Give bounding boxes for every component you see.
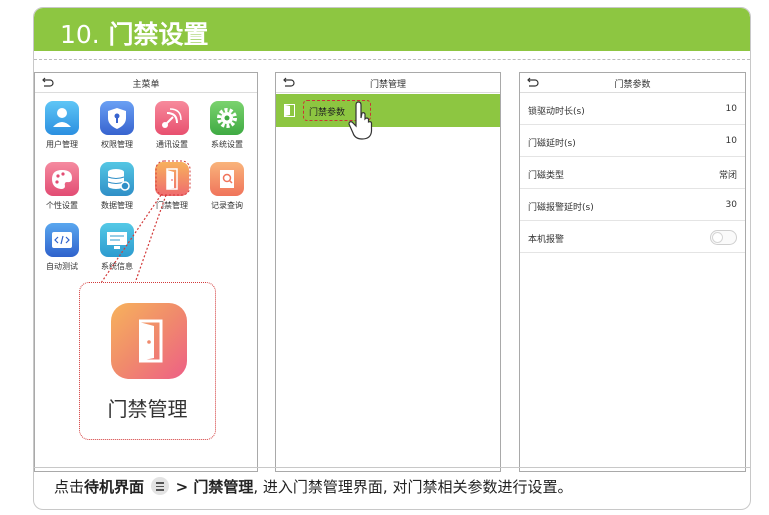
section-title-text: 门禁设置 [108, 20, 209, 49]
access-control-title: 门禁管理 [369, 80, 406, 90]
pointer-hand-icon [348, 101, 373, 140]
main-menu-screen: 主菜单 用户管理 权限管理 通讯设置 系统设置 个性设置 数据管理 门禁管理 记… [34, 72, 258, 472]
instruction-text: 点击待机界面 > 门禁管理, 进入门禁管理界面, 对门禁相关参数进行设置。 [54, 476, 572, 497]
tutorial-frame: 10. 门禁设置 主菜单 用户管理 权限管理 通讯设置 系统设置 个性设置 数据… [33, 7, 751, 510]
setting-value: 10 [725, 136, 737, 146]
menu-icon [150, 477, 169, 495]
section-title: 10. 门禁设置 [60, 15, 209, 51]
door-icon [284, 104, 295, 117]
setting-door-sensor-delay[interactable]: 门磁延时(s) 10 [520, 126, 745, 157]
setting-label: 本机报警 [528, 235, 565, 245]
menu-item-access-params[interactable]: 门禁参数 [276, 94, 500, 127]
door-icon [111, 303, 187, 379]
instruction-prefix: 点击 [54, 478, 85, 496]
footer-divider [34, 467, 750, 468]
access-params-screen: 门禁参数 锁驱动时长(s) 10 门磁延时(s) 10 门磁类型 常闭 门磁报警… [519, 72, 746, 472]
access-control-titlebar: 门禁管理 [276, 73, 500, 93]
setting-value: 30 [725, 200, 737, 210]
instruction-target: > 门禁管理 [175, 478, 254, 496]
section-header: 10. 门禁设置 [34, 8, 750, 51]
setting-door-sensor-type[interactable]: 门磁类型 常闭 [520, 158, 745, 189]
section-number: 10. [60, 20, 100, 49]
instruction-standby: 待机界面 [84, 478, 145, 496]
setting-local-alarm: 本机报警 [520, 222, 745, 253]
setting-door-alarm-delay[interactable]: 门磁报警延时(s) 30 [520, 190, 745, 221]
instruction-suffix: , 进入门禁管理界面, 对门禁相关参数进行设置。 [253, 478, 573, 496]
setting-value: 常闭 [718, 171, 737, 181]
access-params-titlebar: 门禁参数 [520, 73, 745, 93]
zoom-callout: 门禁管理 [79, 282, 216, 440]
access-control-screen: 门禁管理 门禁参数 [275, 72, 501, 472]
toggle-knob [712, 232, 723, 243]
setting-value: 10 [725, 104, 737, 114]
callout-label: 门禁管理 [107, 397, 188, 421]
header-divider [34, 59, 750, 60]
access-params-title: 门禁参数 [614, 80, 651, 90]
local-alarm-toggle[interactable] [710, 230, 737, 245]
setting-lock-drive-duration[interactable]: 锁驱动时长(s) 10 [520, 94, 745, 125]
setting-label: 门磁延时(s) [528, 139, 576, 149]
setting-label: 门磁类型 [528, 171, 565, 181]
setting-label: 锁驱动时长(s) [528, 107, 585, 117]
setting-label: 门磁报警延时(s) [528, 203, 594, 213]
menu-item-label: 门禁参数 [309, 108, 346, 118]
